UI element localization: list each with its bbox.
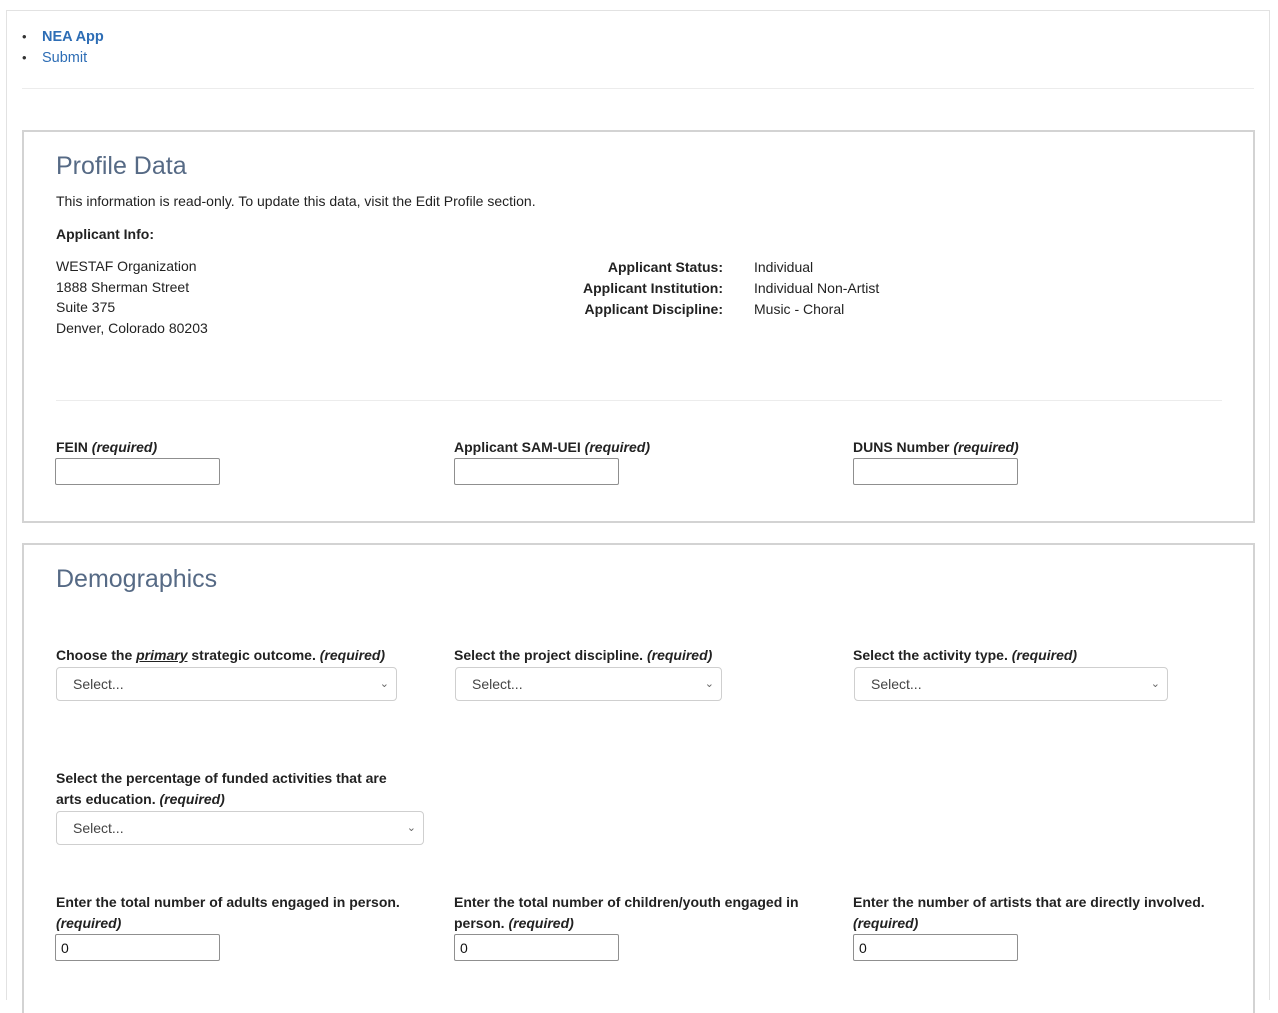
applicant-status-value: Individual (754, 259, 814, 275)
sam-uei-input[interactable] (454, 458, 619, 485)
applicant-detail-values: Individual Individual Non-Artist Music -… (754, 257, 879, 320)
strategic-outcome-select[interactable]: Select... ⌄ (56, 667, 397, 701)
profile-read-only-note: This information is read-only. To update… (56, 193, 536, 209)
profile-divider (56, 400, 1222, 401)
applicant-address: WESTAF Organization 1888 Sherman Street … (56, 256, 208, 339)
duns-input[interactable] (853, 458, 1018, 485)
adults-engaged-label: Enter the total number of adults engaged… (56, 894, 400, 931)
profile-title: Profile Data (56, 152, 187, 180)
children-engaged-label: Enter the total number of children/youth… (454, 894, 799, 931)
address-line: Suite 375 (56, 299, 116, 316)
nav-divider (22, 88, 1254, 89)
chevron-down-icon: ⌄ (704, 678, 714, 690)
strategic-outcome-label: Choose the primary strategic outcome. (r… (56, 647, 386, 663)
artists-involved-label: Enter the number of artists that are dir… (853, 894, 1205, 931)
project-discipline-label: Select the project discipline. (required… (454, 647, 713, 663)
bullet-icon: • (22, 50, 27, 65)
nav-item-submit: • Submit (22, 49, 104, 70)
arts-education-percentage-select[interactable]: Select... ⌄ (56, 811, 424, 845)
duns-label: DUNS Number (required) (853, 439, 1019, 455)
activity-type-select[interactable]: Select... ⌄ (854, 667, 1168, 701)
adults-engaged-input[interactable] (55, 934, 220, 961)
address-line: WESTAF Organization (56, 258, 197, 274)
chevron-down-icon: ⌄ (379, 678, 389, 690)
bullet-icon: • (22, 29, 27, 44)
fein-label: FEIN (required) (56, 439, 158, 455)
applicant-info-label: Applicant Info: (56, 226, 154, 242)
chevron-down-icon: ⌄ (406, 822, 416, 834)
chevron-down-icon: ⌄ (1150, 678, 1160, 690)
demographics-panel: Demographics Choose the primary strategi… (22, 543, 1255, 1013)
address-line: 1888 Sherman Street (56, 278, 190, 295)
project-discipline-select[interactable]: Select... ⌄ (455, 667, 722, 701)
children-engaged-input[interactable] (454, 934, 619, 961)
nav-item-nea-app: • NEA App (22, 28, 104, 49)
fein-input[interactable] (55, 458, 220, 485)
address-line: Denver, Colorado 80203 (56, 320, 208, 337)
breadcrumb-nav: • NEA App • Submit (22, 28, 104, 70)
applicant-institution-value: Individual Non-Artist (754, 280, 880, 296)
profile-data-panel: Profile Data This information is read-on… (22, 130, 1255, 523)
applicant-discipline-value: Music - Choral (754, 301, 845, 317)
demographics-title: Demographics (56, 565, 218, 593)
applicant-institution-label: Applicant Institution: (583, 280, 723, 296)
applicant-detail-labels: Applicant Status: Applicant Institution:… (524, 257, 723, 320)
sam-uei-label: Applicant SAM-UEI (required) (454, 439, 651, 455)
applicant-status-label: Applicant Status: (607, 259, 723, 275)
artists-involved-input[interactable] (853, 934, 1018, 961)
applicant-discipline-label: Applicant Discipline: (584, 301, 723, 317)
nea-app-link[interactable]: NEA App (42, 29, 104, 45)
submit-link[interactable]: Submit (42, 50, 87, 66)
activity-type-label: Select the activity type. (required) (853, 647, 1078, 663)
arts-education-percentage-label: Select the percentage of funded activiti… (56, 770, 387, 807)
